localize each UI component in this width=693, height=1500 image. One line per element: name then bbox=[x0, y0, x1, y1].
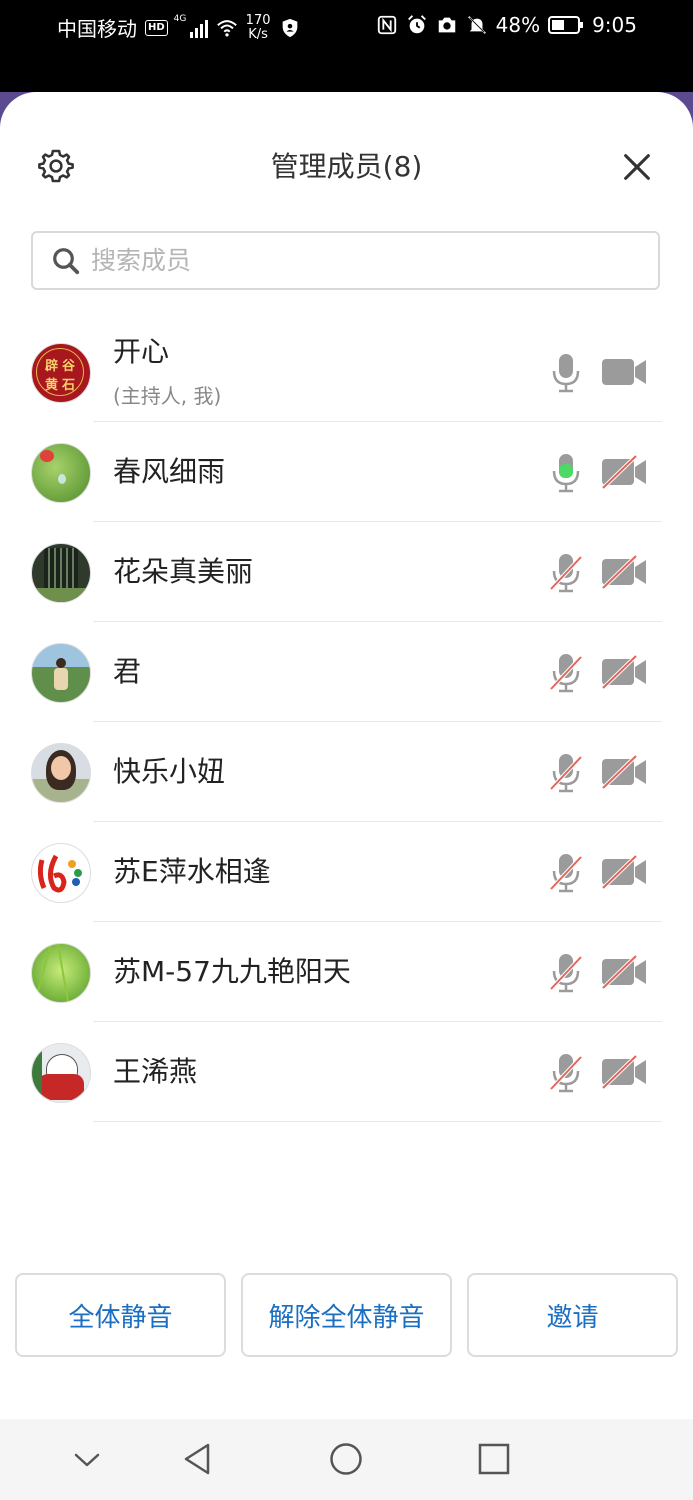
avatar bbox=[31, 643, 91, 703]
mic-icon[interactable] bbox=[549, 352, 583, 394]
mic-muted-icon[interactable] bbox=[549, 952, 583, 994]
alarm-icon bbox=[407, 15, 426, 34]
avatar bbox=[31, 743, 91, 803]
carrier-label: 中国移动 bbox=[57, 17, 137, 41]
close-icon[interactable] bbox=[620, 150, 654, 184]
mute-all-button[interactable]: 全体静音 bbox=[15, 1273, 226, 1357]
member-row[interactable]: 王浠燕 bbox=[0, 1022, 693, 1122]
logo-icon bbox=[37, 854, 82, 893]
manage-members-sheet: 管理成员(8) 辟 谷 黄 石 开心 (主持人, 我) bbox=[0, 92, 693, 1419]
battery-icon bbox=[548, 16, 584, 34]
recents-square-icon[interactable] bbox=[476, 1441, 512, 1477]
sheet-header: 管理成员(8) bbox=[0, 92, 693, 242]
unmute-all-button[interactable]: 解除全体静音 bbox=[241, 1273, 452, 1357]
avatar bbox=[31, 1043, 91, 1103]
video-off-icon[interactable] bbox=[600, 855, 648, 889]
battery-percent: 48% bbox=[495, 13, 541, 37]
mic-muted-icon[interactable] bbox=[549, 652, 583, 694]
avatar: 辟 谷 黄 石 bbox=[31, 343, 91, 403]
video-camera-icon[interactable] bbox=[600, 355, 648, 389]
status-right: 48% 9:05 bbox=[376, 13, 637, 37]
network-type-label: 4G bbox=[173, 13, 187, 24]
member-name: 花朵真美丽 bbox=[113, 555, 254, 588]
avatar-text: 辟 bbox=[44, 359, 58, 374]
video-off-icon[interactable] bbox=[600, 1055, 648, 1089]
member-list: 辟 谷 黄 石 开心 (主持人, 我) 春风细雨 花朵真美丽 君 快乐小妞 苏E… bbox=[0, 322, 693, 1122]
member-row[interactable]: 花朵真美丽 bbox=[0, 522, 693, 622]
system-nav-bar bbox=[0, 1419, 693, 1500]
wifi-icon bbox=[216, 19, 237, 37]
camera-status-icon bbox=[438, 17, 455, 33]
avatar bbox=[31, 443, 91, 503]
nfc-icon bbox=[377, 15, 396, 35]
member-name: 快乐小妞 bbox=[113, 755, 226, 788]
mic-muted-icon[interactable] bbox=[549, 1052, 583, 1094]
member-row[interactable]: 苏E萍水相逢 bbox=[0, 822, 693, 922]
video-off-icon[interactable] bbox=[600, 555, 648, 589]
speed-unit: K/s bbox=[248, 26, 268, 42]
invite-button[interactable]: 邀请 bbox=[467, 1273, 678, 1357]
member-name: 君 bbox=[113, 655, 142, 688]
avatar bbox=[31, 543, 91, 603]
member-row[interactable]: 快乐小妞 bbox=[0, 722, 693, 822]
page-title: 管理成员(8) bbox=[270, 150, 423, 183]
video-off-icon[interactable] bbox=[600, 655, 648, 689]
mic-speaking-icon[interactable] bbox=[549, 452, 583, 494]
member-name: 苏E萍水相逢 bbox=[113, 855, 271, 888]
chevron-down-icon[interactable] bbox=[69, 1441, 105, 1477]
member-name: 王浠燕 bbox=[113, 1055, 198, 1088]
speed-value: 170 bbox=[245, 12, 271, 28]
mic-muted-icon[interactable] bbox=[549, 852, 583, 894]
member-row[interactable]: 苏M-57九九艳阳天 bbox=[0, 922, 693, 1022]
member-row[interactable]: 君 bbox=[0, 622, 693, 722]
avatar-text: 黄 bbox=[44, 378, 58, 393]
member-name: 开心 bbox=[113, 335, 170, 368]
video-off-icon[interactable] bbox=[600, 955, 648, 989]
avatar-text: 谷 bbox=[61, 359, 75, 374]
video-off-icon[interactable] bbox=[600, 455, 648, 489]
member-name: 春风细雨 bbox=[113, 455, 226, 488]
status-bar: 中国移动 HD 4G 170 K/s 48% 9:05 bbox=[0, 0, 693, 92]
status-left: 中国移动 HD 4G 170 K/s bbox=[57, 13, 301, 42]
member-name: 苏M-57九九艳阳天 bbox=[113, 955, 351, 988]
avatar-text: 石 bbox=[61, 378, 75, 393]
back-triangle-icon[interactable] bbox=[180, 1441, 216, 1477]
search-input[interactable] bbox=[89, 245, 633, 276]
search-box[interactable] bbox=[31, 231, 660, 290]
member-role: (主持人, 我) bbox=[113, 384, 222, 408]
member-row[interactable]: 春风细雨 bbox=[0, 422, 693, 522]
shield-person-icon bbox=[282, 18, 297, 37]
avatar bbox=[31, 843, 91, 903]
clock: 9:05 bbox=[592, 13, 637, 37]
divider bbox=[93, 1121, 662, 1122]
avatar bbox=[31, 943, 91, 1003]
hd-badge: HD bbox=[145, 19, 168, 36]
home-circle-icon[interactable] bbox=[328, 1441, 364, 1477]
search-icon bbox=[53, 247, 80, 274]
member-row[interactable]: 辟 谷 黄 石 开心 (主持人, 我) bbox=[0, 322, 693, 422]
mute-bell-icon bbox=[467, 16, 486, 34]
mic-muted-icon[interactable] bbox=[549, 752, 583, 794]
video-off-icon[interactable] bbox=[600, 755, 648, 789]
signal-icon: 4G bbox=[174, 14, 208, 38]
mic-muted-icon[interactable] bbox=[549, 552, 583, 594]
network-speed: 170 K/s bbox=[245, 12, 271, 42]
